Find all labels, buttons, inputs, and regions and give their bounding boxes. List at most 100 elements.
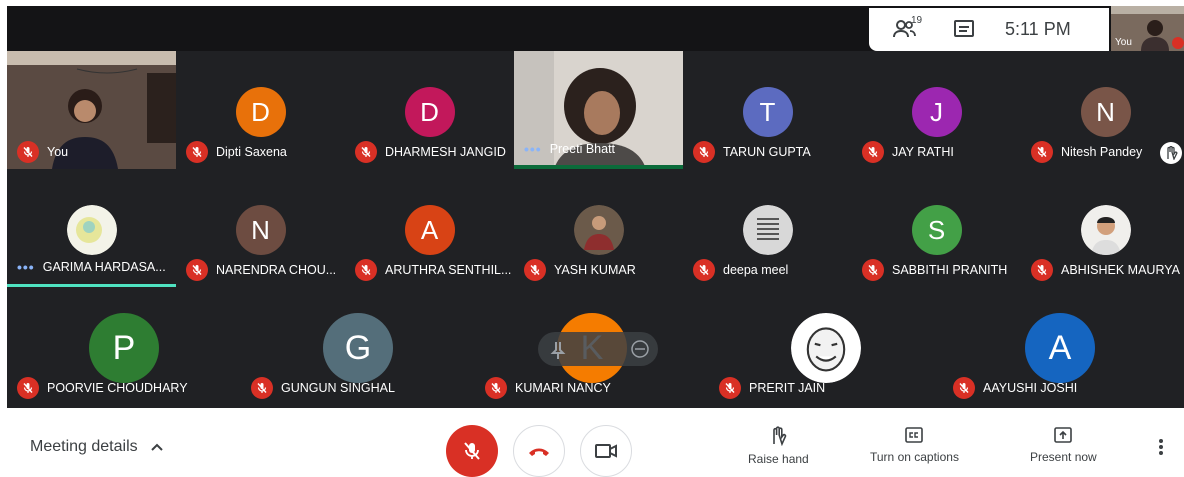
mic-toggle-button[interactable] (446, 425, 498, 477)
participant-name-label: ••• Preeti Bhatt (524, 141, 615, 157)
mic-off-icon (485, 377, 507, 399)
participant-name: POORVIE CHOUDHARY (47, 381, 188, 395)
speaking-indicator-icon: ••• (524, 141, 542, 157)
participant-name: GARIMA HARDASA... (42, 260, 166, 274)
participant-name: ABHISHEK MAURYA (1061, 263, 1181, 277)
mic-off-icon (719, 377, 741, 399)
self-view-label: You (1115, 37, 1132, 48)
mic-off-icon (953, 377, 975, 399)
participant-initial-avatar: D (404, 87, 455, 137)
participant-initial-avatar: D (235, 87, 286, 137)
raised-hand-icon (1160, 142, 1182, 164)
raise-hand-button[interactable]: Raise hand (748, 426, 809, 466)
participant-name-label: SABBITHI PRANITH (862, 259, 1007, 281)
participant-name-label: TARUN GUPTA (693, 141, 811, 163)
captions-button[interactable]: Turn on captions (870, 426, 959, 464)
participant-name-label: PRERIT JAIN (719, 377, 825, 399)
participant-photo-avatar (1080, 205, 1131, 255)
participant-photo-avatar (791, 313, 861, 383)
mic-off-icon (1031, 259, 1053, 281)
bottom-bar: Meeting details Raise hand Turn on capti… (0, 408, 1184, 477)
speaking-indicator-icon: ••• (17, 259, 35, 275)
participant-name: JAY RATHI (892, 145, 954, 159)
mic-off-icon (693, 141, 715, 163)
camera-toggle-button[interactable] (580, 425, 632, 477)
participant-count: 19 (911, 14, 923, 26)
participant-name-label: deepa meel (693, 259, 788, 281)
participant-initial-avatar: A (404, 205, 455, 255)
participant-photo-avatar (742, 205, 793, 255)
participant-initial-avatar: G (323, 313, 393, 383)
participant-name-label: AAYUSHI JOSHI (953, 377, 1077, 399)
meeting-info-box: 19 5:11 PM (869, 8, 1109, 51)
participant-name: AAYUSHI JOSHI (983, 381, 1078, 395)
participant-name: YASH KUMAR (554, 263, 636, 277)
participant-initial-avatar: S (911, 205, 962, 255)
mic-off-icon (862, 141, 884, 163)
participant-photo-avatar (66, 205, 117, 255)
chevron-up-icon (150, 443, 163, 451)
participant-photo-avatar (573, 205, 624, 255)
more-options-button[interactable] (1156, 438, 1166, 461)
hang-up-icon (529, 448, 549, 456)
participant-initial-avatar: J (911, 87, 962, 137)
mic-off-icon (693, 259, 715, 281)
mic-off-icon (355, 141, 377, 163)
mic-off-icon (862, 259, 884, 281)
participant-name: SABBITHI PRANITH (892, 263, 1008, 277)
more-vert-icon (1159, 439, 1163, 455)
participant-initial-avatar: T (742, 87, 793, 137)
captions-label: Turn on captions (870, 450, 959, 464)
mic-off-icon (355, 259, 377, 281)
participant-name-label: JAY RATHI (862, 141, 954, 163)
mic-off-icon (251, 377, 273, 399)
tile-hover-controls[interactable] (538, 332, 658, 366)
meeting-details-button[interactable]: Meeting details (30, 438, 164, 456)
self-mic-off-icon (1172, 37, 1184, 49)
active-speaker-underline (7, 284, 176, 287)
leave-call-button[interactable] (513, 425, 565, 477)
participant-name: Nitesh Pandey (1061, 145, 1143, 159)
top-bar: 19 5:11 PM You (7, 6, 1184, 51)
participant-name-label: NARENDRA CHOU... (186, 259, 336, 281)
hand-icon (773, 426, 787, 446)
participant-name: DHARMESH JANGID (385, 145, 506, 159)
meeting-details-label: Meeting details (30, 438, 138, 455)
chat-icon (954, 19, 974, 37)
mic-off-icon (17, 377, 39, 399)
mic-off-icon (524, 259, 546, 281)
participant-name-label: You (17, 141, 68, 163)
mic-off-icon (186, 259, 208, 281)
participant-name-label: ••• GARIMA HARDASA... (17, 259, 166, 275)
participant-name-label: Nitesh Pandey (1031, 141, 1142, 163)
chat-button[interactable] (953, 19, 975, 41)
camera-icon (595, 444, 617, 458)
participant-name-label: ARUTHRA SENTHIL... (355, 259, 511, 281)
participant-name-label: POORVIE CHOUDHARY (17, 377, 188, 399)
mic-off-icon (17, 141, 39, 163)
raise-hand-label: Raise hand (748, 452, 809, 466)
participant-name: ARUTHRA SENTHIL... (385, 263, 512, 277)
participant-name-label: ABHISHEK MAURYA (1031, 259, 1180, 281)
present-now-label: Present now (1030, 450, 1097, 464)
mic-off-icon (1031, 141, 1053, 163)
participant-name: deepa meel (723, 263, 789, 277)
participant-initial-avatar: N (1080, 87, 1131, 137)
participant-name-label: YASH KUMAR (524, 259, 636, 281)
participant-initial-avatar: P (89, 313, 159, 383)
participant-name-label: KUMARI NANCY (485, 377, 611, 399)
people-button[interactable]: 19 (893, 15, 923, 41)
self-view-thumbnail[interactable]: You (1111, 6, 1184, 51)
participant-name: TARUN GUPTA (723, 145, 811, 159)
present-now-button[interactable]: Present now (1030, 426, 1097, 464)
captions-icon (905, 427, 924, 443)
participant-name: KUMARI NANCY (515, 381, 611, 395)
participant-name: You (47, 145, 69, 159)
mic-off-icon (464, 442, 480, 460)
participant-name-label: DHARMESH JANGID (355, 141, 506, 163)
present-icon (1054, 427, 1073, 443)
participant-name: Preeti Bhatt (549, 142, 616, 156)
participant-initial-avatar: A (1025, 313, 1095, 383)
participant-name: GUNGUN SINGHAL (281, 381, 395, 395)
participant-initial-avatar: N (235, 205, 286, 255)
